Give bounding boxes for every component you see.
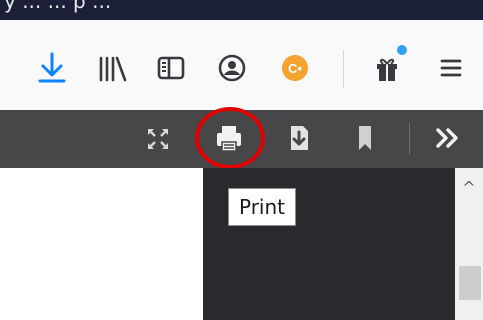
browser-toolbar: C• bbox=[0, 20, 483, 110]
clipped-title-text: y ... ... p ... bbox=[4, 0, 112, 13]
tools-chevron-icon[interactable] bbox=[428, 118, 468, 158]
scroll-thumb[interactable] bbox=[459, 266, 481, 300]
menu-icon[interactable] bbox=[431, 48, 471, 88]
pdf-toolbar-separator bbox=[409, 123, 410, 155]
library-icon[interactable] bbox=[92, 48, 132, 88]
account-icon[interactable] bbox=[212, 48, 252, 88]
save-download-icon[interactable] bbox=[279, 118, 319, 158]
extension-glyph: C• bbox=[288, 61, 302, 76]
print-highlight-circle bbox=[195, 107, 265, 169]
presentation-mode-icon[interactable] bbox=[138, 119, 178, 159]
window-title-strip: y ... ... p ... bbox=[0, 0, 483, 20]
bookmark-icon[interactable] bbox=[345, 118, 385, 158]
scroll-up-arrow[interactable]: ^ bbox=[455, 178, 483, 198]
print-tooltip: Print bbox=[228, 188, 297, 226]
notification-dot bbox=[395, 43, 409, 57]
download-icon[interactable] bbox=[32, 48, 72, 88]
vertical-scrollbar[interactable]: ^ bbox=[455, 168, 483, 320]
toolbar-separator bbox=[343, 50, 344, 88]
sidebar-icon[interactable] bbox=[151, 48, 191, 88]
sidebar-panel bbox=[0, 168, 203, 320]
extension-icon[interactable]: C• bbox=[275, 48, 315, 88]
